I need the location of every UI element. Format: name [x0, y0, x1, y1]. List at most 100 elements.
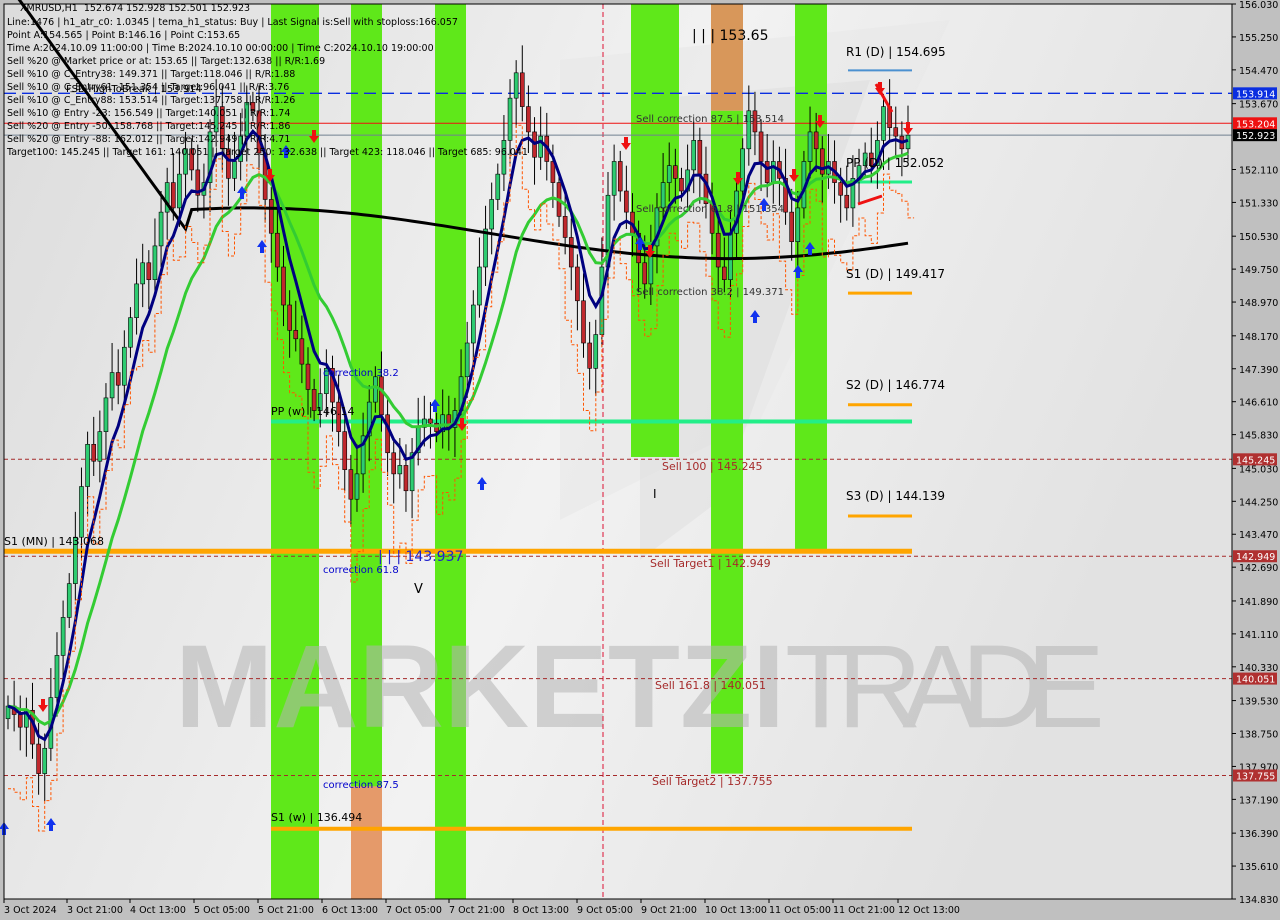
candle-bear — [526, 106, 531, 133]
candle-bear — [348, 469, 354, 500]
x-tick-label: 3 Oct 2024 — [4, 905, 57, 916]
correction-382-label: correction 38.2 — [323, 368, 399, 379]
candle-bear — [281, 266, 286, 306]
candle-bear — [673, 165, 678, 179]
y-tick-label: 152.110 — [1239, 165, 1278, 176]
candle-bear — [171, 182, 176, 209]
candle-bull — [507, 97, 513, 141]
candle-bear — [519, 72, 525, 107]
y-tick-label: 146.610 — [1239, 398, 1278, 409]
candle-bear — [305, 363, 311, 390]
candle-bull — [66, 583, 72, 618]
candle-bull — [611, 161, 617, 196]
pp-daily-label: PP (D) | 152.052 — [846, 156, 944, 170]
candle-bear — [568, 237, 574, 268]
candle-bear — [624, 190, 629, 213]
y-tick-label: 135.610 — [1239, 862, 1278, 873]
candle-bear — [562, 216, 568, 238]
candle-bear — [391, 452, 397, 475]
point-b-label: | | | 143.937 — [378, 549, 463, 565]
candle-bull — [152, 245, 158, 280]
candle-bull — [373, 376, 378, 403]
candle-bull — [538, 135, 543, 158]
candle-bull — [513, 72, 519, 99]
candle-bull — [489, 199, 494, 230]
candle-bear — [789, 211, 794, 242]
x-tick-label: 11 Oct 05:00 — [769, 905, 831, 916]
price-badge-label: 137.755 — [1236, 772, 1275, 783]
info-line-3: Sell %20 @ Market price or at: 153.65 ||… — [7, 56, 326, 67]
candle-bear — [293, 330, 299, 340]
y-tick-label: 137.190 — [1239, 795, 1278, 806]
info-line-1: Point A:154.565 | Point B:146.16 | Point… — [7, 30, 241, 41]
x-tick-label: 5 Oct 05:00 — [194, 905, 250, 916]
candle-bull — [60, 617, 66, 656]
price-badge-label: 140.051 — [1236, 675, 1275, 686]
candle-bear — [642, 262, 648, 285]
candle-bear — [758, 131, 764, 162]
candle-bull — [140, 262, 145, 285]
x-tick-label: 10 Oct 13:00 — [705, 905, 767, 916]
y-tick-label: 148.170 — [1239, 332, 1278, 343]
candle-bull — [740, 148, 745, 192]
x-tick-label: 7 Oct 21:00 — [449, 905, 505, 916]
sell-target1-label: Sell Target1 | 142.949 — [650, 557, 771, 570]
y-tick-label: 139.530 — [1239, 697, 1278, 708]
info-line-6: Sell %10 @ C_Entry88: 153.514 || Target:… — [7, 95, 296, 106]
info-line-5: Sell %10 @ C_Entry61: 151.354 || Target:… — [7, 82, 290, 93]
candle-bear — [838, 182, 843, 196]
candle-bear — [146, 262, 152, 280]
y-tick-label: 155.250 — [1239, 33, 1278, 44]
candle-bull — [42, 747, 48, 774]
candle-bull — [85, 444, 90, 487]
info-line-9: Sell %20 @ Entry -88: 162.012 || Target:… — [7, 134, 291, 145]
candle-bear — [617, 161, 623, 192]
s1-daily-label: S1 (D) | 149.417 — [846, 267, 945, 281]
s1-weekly-label: S1 (w) | 136.494 — [271, 811, 362, 824]
x-tick-label: 5 Oct 21:00 — [258, 905, 314, 916]
candle-bear — [403, 465, 409, 492]
candle-bear — [813, 131, 819, 150]
sell-correction-618-label: Sell correction 61.8 | 151.354 — [636, 204, 784, 215]
s1-monthly-label: S1 (MN) | 143.068 — [4, 535, 104, 548]
x-tick-label: 9 Oct 05:00 — [577, 905, 633, 916]
price-badge-label: 145.245 — [1236, 455, 1275, 466]
candle-bear — [587, 342, 592, 369]
x-tick-label: 9 Oct 21:00 — [641, 905, 697, 916]
y-tick-label: 136.390 — [1239, 829, 1278, 840]
x-tick-label: 7 Oct 05:00 — [386, 905, 442, 916]
candle-bull — [158, 211, 164, 247]
price-badge-label: 153.204 — [1236, 119, 1275, 130]
candle-bull — [593, 334, 599, 369]
y-tick-label: 151.330 — [1239, 198, 1278, 209]
candle-bull — [483, 228, 488, 268]
info-line-2: Time A:2024.10.09 11:00:00 | Time B:2024… — [7, 43, 434, 54]
candle-bull — [97, 431, 103, 462]
candle-bear — [299, 338, 305, 365]
candle-bull — [177, 173, 182, 209]
candle-bear — [287, 304, 292, 331]
symbol-ohlc-header: XMRUSD,H1 152.674 152.928 152.501 152.92… — [20, 3, 250, 15]
correction-618-label: correction 61.8 — [323, 565, 399, 576]
info-line-7: Sell %10 @ Entry -23: 156.549 || Target:… — [7, 108, 291, 119]
sell-correction-382-label: Sell correction 38.2 | 149.371 — [636, 287, 784, 298]
y-tick-label: 147.390 — [1239, 365, 1278, 376]
info-line-0: Line:1476 | h1_atr_c0: 1.0345 | tema_h1_… — [7, 17, 458, 28]
candle-bear — [342, 431, 348, 470]
candle-bull — [128, 317, 133, 348]
candle-bull — [771, 161, 776, 183]
v-marker: V — [414, 582, 423, 597]
x-tick-label: 4 Oct 13:00 — [130, 905, 186, 916]
y-tick-label: 145.830 — [1239, 431, 1278, 442]
candle-bull — [397, 465, 403, 475]
y-tick-label: 154.470 — [1239, 66, 1278, 77]
candle-bull — [54, 655, 60, 698]
candle-bear — [764, 161, 770, 183]
price-badge-label: 142.949 — [1236, 552, 1275, 563]
candle-bull — [103, 397, 109, 432]
y-tick-label: 143.470 — [1239, 530, 1278, 541]
symbol-label: XMRUSD,H1 — [20, 3, 78, 14]
candle-bear — [715, 232, 721, 268]
candle-bull — [79, 486, 84, 538]
info-line-4: Sell %10 @ C_Entry38: 149.371 || Target:… — [7, 69, 296, 80]
